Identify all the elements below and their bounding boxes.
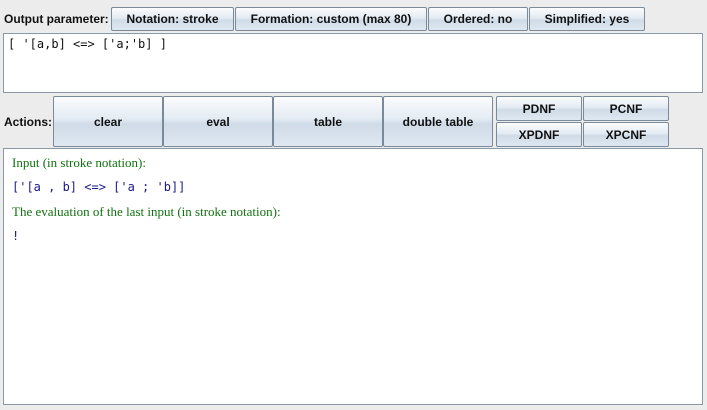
actions-label: Actions:: [4, 115, 52, 129]
evaluation-value: !: [12, 229, 20, 243]
xpcnf-button[interactable]: XPCNF: [583, 122, 669, 147]
input-heading: Input (in stroke notation):: [12, 155, 146, 170]
notation-button[interactable]: Notation: stroke: [111, 7, 234, 31]
simplified-button[interactable]: Simplified: yes: [529, 7, 645, 31]
output-pane[interactable]: Input (in stroke notation): ['[a , b] <=…: [3, 148, 703, 405]
xpdnf-button[interactable]: XPDNF: [496, 122, 582, 147]
table-button[interactable]: table: [273, 96, 383, 147]
formation-button[interactable]: Formation: custom (max 80): [235, 7, 427, 31]
formula-input[interactable]: [ '[a,b] <=> ['a;'b] ]: [3, 33, 703, 93]
output-parameter-label: Output parameter:: [4, 12, 109, 26]
pdnf-button[interactable]: PDNF: [496, 96, 582, 121]
input-value: ['[a , b] <=> ['a ; 'b]]: [12, 180, 186, 194]
eval-button[interactable]: eval: [163, 96, 273, 147]
pcnf-button[interactable]: PCNF: [583, 96, 669, 121]
double-table-button[interactable]: double table: [383, 96, 493, 147]
evaluation-heading: The evaluation of the last input (in str…: [12, 204, 281, 219]
clear-button[interactable]: clear: [53, 96, 163, 147]
ordered-button[interactable]: Ordered: no: [428, 7, 528, 31]
